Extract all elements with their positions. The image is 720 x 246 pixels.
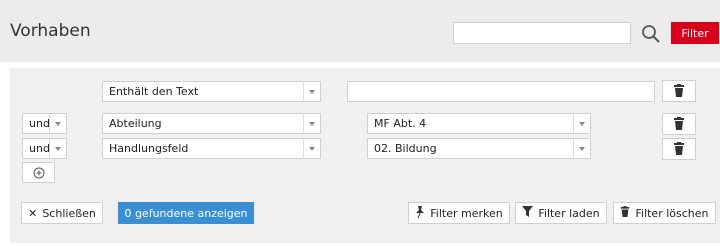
- close-button[interactable]: ✕ Schließen: [21, 202, 103, 224]
- chevron-down-icon: [303, 114, 320, 133]
- close-label: Schließen: [42, 206, 96, 220]
- conjunction-select-row-3[interactable]: und: [22, 138, 67, 159]
- search-input[interactable]: [453, 22, 631, 44]
- value-select-row-2[interactable]: MF Abt. 4: [367, 113, 591, 134]
- filter-panel: Enthält den Text und Abteilung MF Abt. 4…: [10, 68, 720, 243]
- chevron-down-icon: [303, 139, 320, 158]
- chevron-down-icon: [573, 114, 590, 133]
- chevron-down-icon: [49, 114, 66, 133]
- value-select-value: 02. Bildung: [374, 142, 437, 155]
- field-select-row-3[interactable]: Handlungsfeld: [102, 138, 321, 159]
- delete-row-3-button[interactable]: [662, 138, 696, 160]
- close-icon: ✕: [28, 206, 38, 220]
- value-select-row-3[interactable]: 02. Bildung: [367, 138, 591, 159]
- operator-select-value: Enthält den Text: [109, 85, 199, 98]
- field-value: Handlungsfeld: [109, 142, 189, 155]
- text-filter-input[interactable]: [347, 81, 655, 102]
- delete-filter-label: Filter löschen: [635, 206, 709, 220]
- trash-icon: [620, 205, 630, 221]
- delete-row-1-button[interactable]: [662, 80, 696, 102]
- trash-icon: [674, 117, 684, 130]
- show-results-button[interactable]: 0 gefundene anzeigen: [118, 202, 254, 224]
- conjunction-value: und: [29, 117, 50, 130]
- header-bar: Vorhaben Filter: [0, 0, 720, 62]
- delete-row-2-button[interactable]: [662, 113, 696, 135]
- operator-select[interactable]: Enthält den Text: [102, 81, 321, 102]
- field-value: Abteilung: [109, 117, 162, 130]
- conjunction-value: und: [29, 142, 50, 155]
- chevron-down-icon: [573, 139, 590, 158]
- trash-icon: [674, 142, 684, 155]
- chevron-down-icon: [303, 82, 320, 101]
- load-filter-label: Filter laden: [538, 206, 600, 220]
- conjunction-select-row-2[interactable]: und: [22, 113, 67, 134]
- funnel-icon: [522, 206, 534, 220]
- chevron-down-icon: [49, 139, 66, 158]
- search-icon[interactable]: [641, 24, 661, 44]
- page-title: Vorhaben: [10, 21, 91, 41]
- filter-button[interactable]: Filter: [671, 22, 719, 44]
- value-select-value: MF Abt. 4: [374, 117, 427, 130]
- remember-filter-button[interactable]: Filter merken: [408, 202, 510, 224]
- plus-circle-icon: [33, 167, 44, 178]
- remember-filter-label: Filter merken: [430, 206, 503, 220]
- add-filter-button[interactable]: [22, 162, 55, 183]
- pin-icon: [415, 205, 425, 221]
- field-select-row-2[interactable]: Abteilung: [102, 113, 321, 134]
- trash-icon: [674, 84, 684, 97]
- load-filter-button[interactable]: Filter laden: [515, 202, 607, 224]
- delete-filter-button[interactable]: Filter löschen: [613, 202, 716, 224]
